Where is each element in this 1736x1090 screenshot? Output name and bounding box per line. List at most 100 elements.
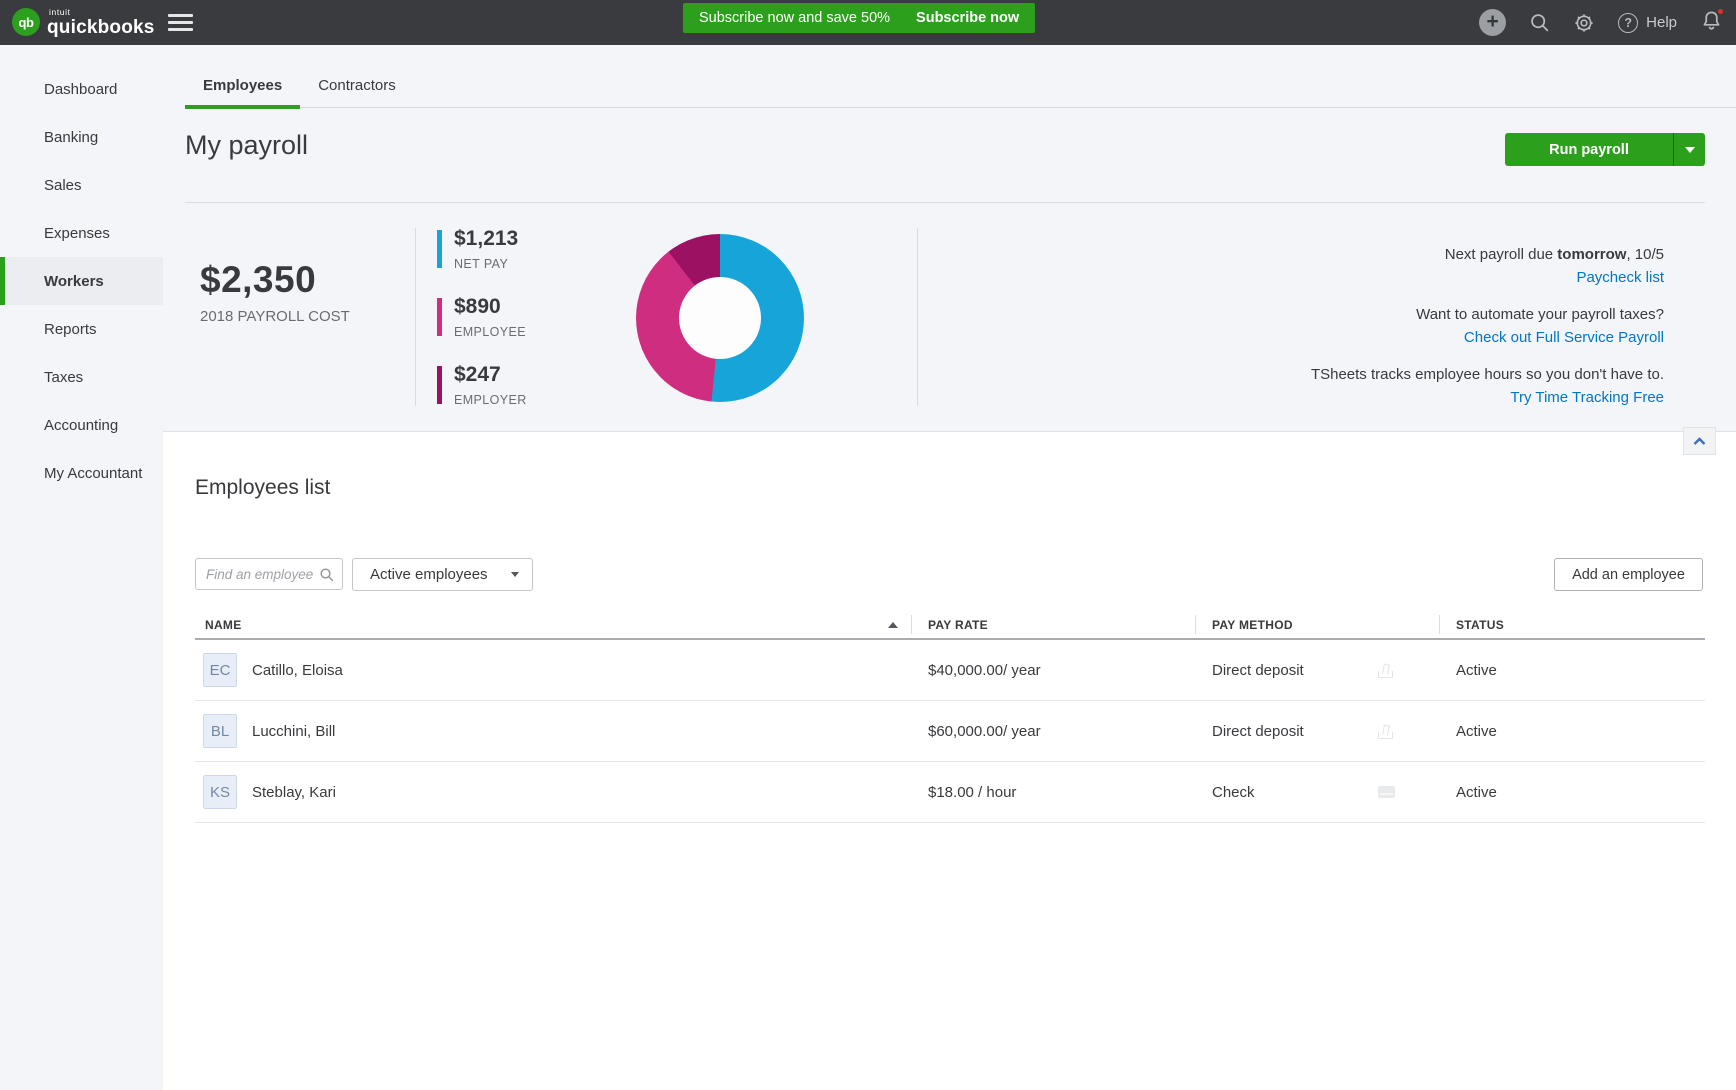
vertical-divider bbox=[917, 228, 918, 406]
status-cell: Active bbox=[1440, 662, 1705, 679]
sidebar-item-my-accountant[interactable]: My Accountant bbox=[0, 449, 163, 497]
payroll-notices: Next payroll due tomorrow, 10/5 Paycheck… bbox=[1311, 243, 1664, 423]
main-content: Employees Contractors My payroll Run pay… bbox=[163, 45, 1736, 1090]
help-button[interactable]: Help bbox=[1618, 13, 1677, 33]
notifications-bell-icon[interactable] bbox=[1700, 9, 1723, 37]
search-icon[interactable] bbox=[1529, 12, 1550, 33]
pay-rate-cell: $40,000.00/ year bbox=[912, 662, 1196, 679]
quickbooks-logo[interactable]: intuit quickbooks bbox=[12, 8, 155, 37]
employee-name-cell[interactable]: KS Steblay, Kari bbox=[195, 775, 912, 809]
subscribe-now-button[interactable]: Subscribe now bbox=[916, 10, 1019, 26]
sidebar-item-dashboard[interactable]: Dashboard bbox=[0, 65, 163, 113]
automate-taxes-notice: Want to automate your payroll taxes? Che… bbox=[1311, 303, 1664, 349]
vertical-divider bbox=[415, 228, 416, 406]
stat-employer: $247 EMPLOYER bbox=[437, 363, 527, 407]
help-icon bbox=[1618, 13, 1638, 33]
employee-search-box bbox=[195, 558, 343, 590]
time-tracking-link[interactable]: Try Time Tracking Free bbox=[1510, 389, 1664, 406]
employees-list-heading: Employees list bbox=[195, 476, 330, 500]
sidebar-item-taxes[interactable]: Taxes bbox=[0, 353, 163, 401]
direct-deposit-icon bbox=[1378, 723, 1396, 739]
stat-label: EMPLOYER bbox=[454, 393, 527, 407]
run-payroll-button[interactable]: Run payroll bbox=[1505, 133, 1705, 166]
sidebar-item-sales[interactable]: Sales bbox=[0, 161, 163, 209]
pay-method-cell: Check bbox=[1196, 762, 1440, 822]
sidebar-item-banking[interactable]: Banking bbox=[0, 113, 163, 161]
sidebar-item-accounting[interactable]: Accounting bbox=[0, 401, 163, 449]
sidebar-item-reports[interactable]: Reports bbox=[0, 305, 163, 353]
subscribe-banner[interactable]: Subscribe now and save 50% Subscribe now bbox=[683, 3, 1035, 33]
direct-deposit-icon bbox=[1378, 662, 1396, 678]
chevron-up-icon bbox=[1693, 437, 1706, 446]
subscribe-banner-text: Subscribe now and save 50% bbox=[699, 10, 890, 26]
topbar-actions: Help bbox=[1479, 0, 1723, 45]
column-header-status: STATUS bbox=[1440, 611, 1705, 639]
employees-list-panel: Employees list Active employees Add an e… bbox=[163, 431, 1736, 1090]
pay-method-text: Direct deposit bbox=[1212, 723, 1304, 740]
employee-name: Steblay, Kari bbox=[252, 784, 336, 801]
pay-method-cell: Direct deposit bbox=[1196, 701, 1440, 761]
table-row[interactable]: EC Catillo, Eloisa $40,000.00/ year Dire… bbox=[195, 640, 1705, 701]
table-header-row: NAME PAY RATE PAY METHOD STATUS bbox=[195, 612, 1705, 640]
status-cell: Active bbox=[1440, 723, 1705, 740]
page-title: My payroll bbox=[185, 130, 308, 161]
stat-color-bar bbox=[437, 366, 442, 404]
pay-method-cell: Direct deposit bbox=[1196, 640, 1440, 700]
table-row[interactable]: KS Steblay, Kari $18.00 / hour Check Act… bbox=[195, 762, 1705, 823]
brand-wordmark: intuit quickbooks bbox=[47, 8, 155, 37]
notice-text: TSheets tracks employee hours so you don… bbox=[1311, 363, 1664, 386]
avatar: KS bbox=[203, 775, 237, 809]
full-service-payroll-link[interactable]: Check out Full Service Payroll bbox=[1464, 329, 1664, 346]
chevron-down-icon bbox=[1685, 147, 1695, 153]
employee-name: Lucchini, Bill bbox=[252, 723, 335, 740]
sidebar-item-workers[interactable]: Workers bbox=[0, 257, 163, 305]
notice-text: Next payroll due tomorrow, 10/5 bbox=[1311, 243, 1664, 266]
employees-table: NAME PAY RATE PAY METHOD STATUS EC Catil… bbox=[195, 612, 1705, 823]
collapse-summary-button[interactable] bbox=[1683, 427, 1716, 455]
employee-search-input[interactable] bbox=[196, 567, 319, 582]
tsheets-notice: TSheets tracks employee hours so you don… bbox=[1311, 363, 1664, 409]
create-plus-icon[interactable] bbox=[1479, 9, 1506, 36]
payroll-summary: $2,350 2018 PAYROLL COST $1,213 NET PAY … bbox=[163, 203, 1736, 431]
stat-color-bar bbox=[437, 298, 442, 336]
tab-contractors[interactable]: Contractors bbox=[300, 77, 414, 107]
column-header-name[interactable]: NAME bbox=[195, 611, 912, 639]
stat-label: NET PAY bbox=[454, 257, 518, 271]
pay-method-text: Check bbox=[1212, 784, 1255, 801]
intuit-wordmark: intuit bbox=[49, 8, 155, 17]
column-header-pay-rate: PAY RATE bbox=[912, 611, 1196, 639]
left-navigation-sidebar: Dashboard Banking Sales Expenses Workers… bbox=[0, 45, 163, 1090]
pay-method-text: Direct deposit bbox=[1212, 662, 1304, 679]
search-icon bbox=[319, 567, 334, 582]
payroll-donut-chart bbox=[636, 234, 804, 402]
filter-selected-value: Active employees bbox=[370, 566, 488, 583]
stat-employee: $890 EMPLOYEE bbox=[437, 295, 527, 339]
page-header: My payroll Run payroll bbox=[185, 108, 1705, 203]
avatar: BL bbox=[203, 714, 237, 748]
tab-employees[interactable]: Employees bbox=[185, 77, 300, 107]
run-payroll-dropdown-caret[interactable] bbox=[1674, 133, 1705, 166]
employee-name-cell[interactable]: BL Lucchini, Bill bbox=[195, 714, 912, 748]
employee-name-cell[interactable]: EC Catillo, Eloisa bbox=[195, 653, 912, 687]
run-payroll-label[interactable]: Run payroll bbox=[1505, 133, 1673, 166]
avatar: EC bbox=[203, 653, 237, 687]
status-cell: Active bbox=[1440, 784, 1705, 801]
employee-status-filter[interactable]: Active employees bbox=[352, 558, 533, 591]
table-row[interactable]: BL Lucchini, Bill $60,000.00/ year Direc… bbox=[195, 701, 1705, 762]
quickbooks-wordmark: quickbooks bbox=[47, 18, 155, 37]
payroll-cost-label: 2018 PAYROLL COST bbox=[200, 308, 350, 325]
pay-rate-cell: $60,000.00/ year bbox=[912, 723, 1196, 740]
stat-net-pay: $1,213 NET PAY bbox=[437, 227, 527, 271]
paycheck-list-link[interactable]: Paycheck list bbox=[1576, 269, 1664, 286]
stat-value: $1,213 bbox=[454, 227, 518, 250]
qb-logo-icon bbox=[12, 8, 40, 36]
payroll-stats: $1,213 NET PAY $890 EMPLOYEE $247 EMPLOY… bbox=[437, 227, 527, 431]
column-header-pay-method: PAY METHOD bbox=[1196, 611, 1440, 639]
sidebar-item-expenses[interactable]: Expenses bbox=[0, 209, 163, 257]
gear-icon[interactable] bbox=[1573, 12, 1595, 34]
add-employee-button[interactable]: Add an employee bbox=[1554, 558, 1703, 591]
payroll-cost-value: $2,350 bbox=[200, 259, 350, 301]
payroll-cost-block: $2,350 2018 PAYROLL COST bbox=[200, 259, 350, 325]
hamburger-menu-icon[interactable] bbox=[168, 14, 193, 31]
help-label: Help bbox=[1646, 14, 1677, 31]
